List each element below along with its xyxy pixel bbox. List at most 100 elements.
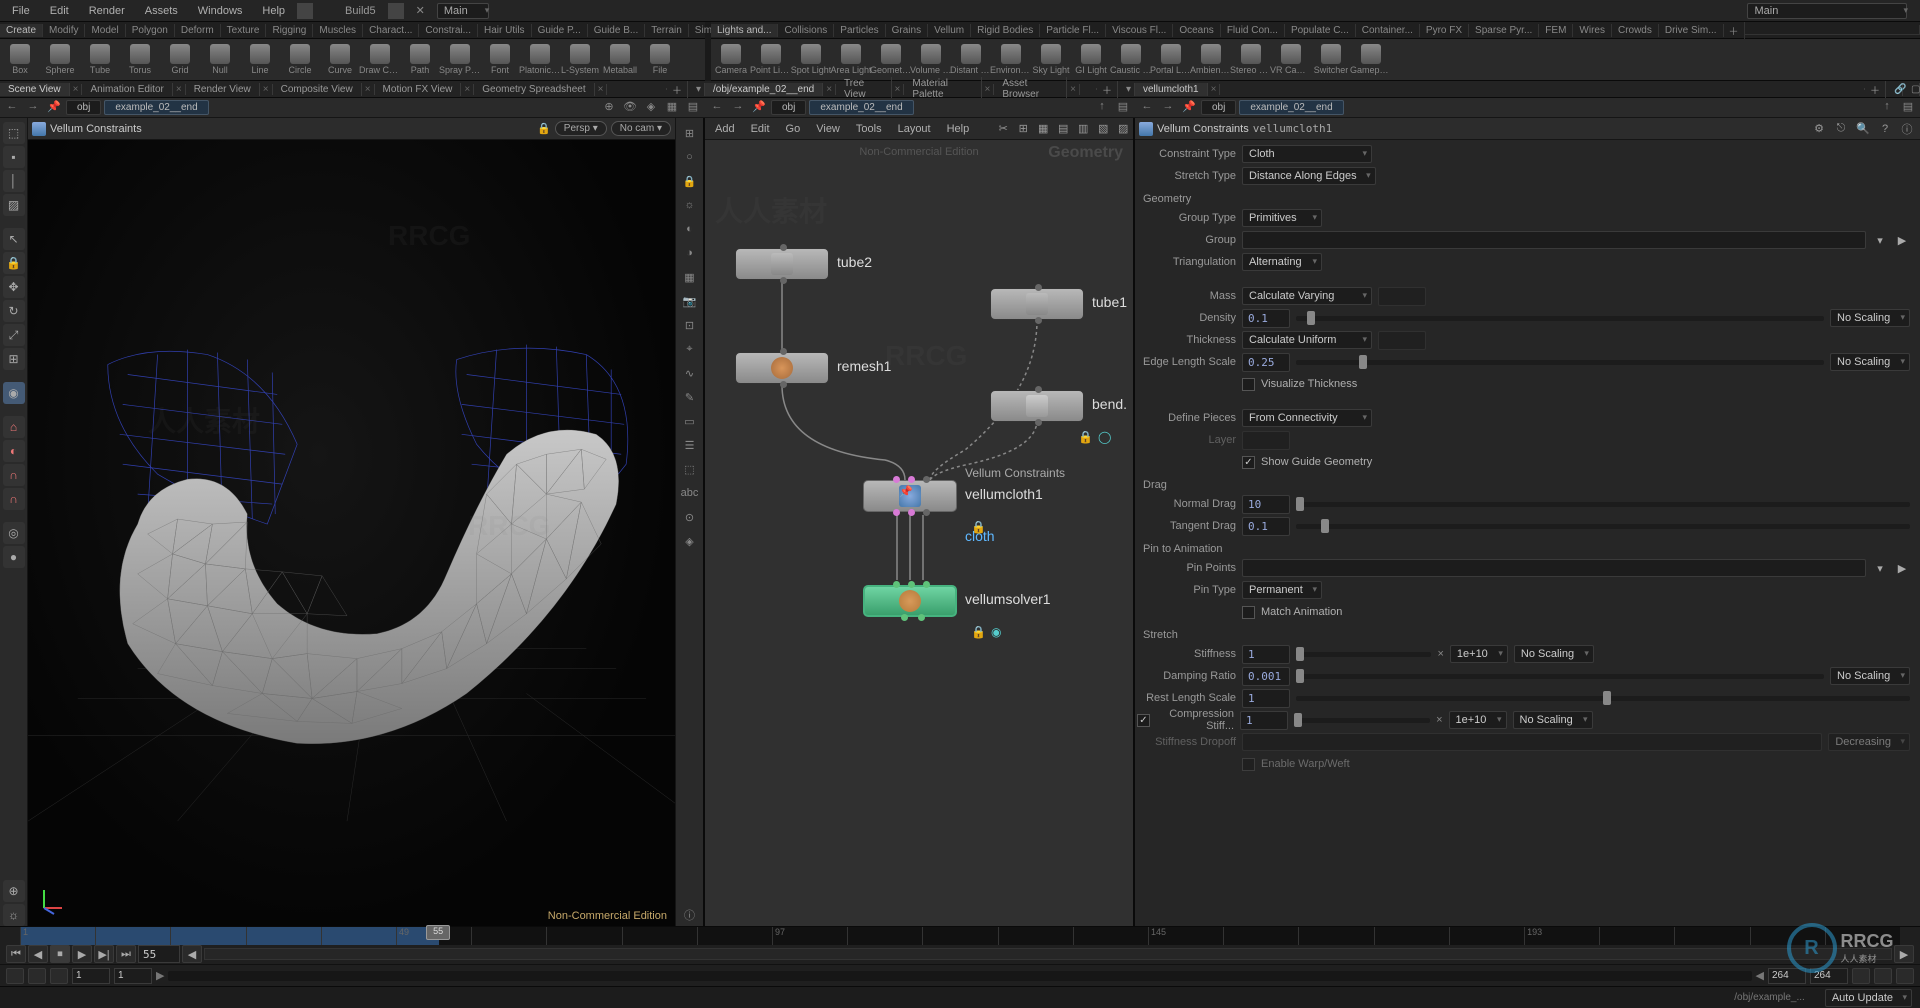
shelf-tab[interactable]: Container... [1356, 24, 1420, 37]
shelf-tool[interactable]: Switcher [1311, 44, 1351, 75]
shelf-tool[interactable]: Gamepad Camera [1351, 44, 1391, 75]
shelf-tab[interactable]: Muscles [313, 24, 363, 37]
shelf-tool[interactable]: Area Light [831, 44, 871, 75]
cstiff-slider[interactable] [1294, 718, 1430, 723]
shelf-tool[interactable]: Null [200, 44, 240, 75]
node-bend[interactable]: bend. 🔒 ◯ [990, 390, 1084, 422]
search-icon[interactable]: 🔍 [1854, 122, 1872, 135]
shelf-tab[interactable]: Polygon [126, 24, 175, 37]
shelf-tab[interactable]: Oceans [1173, 24, 1220, 37]
net-add[interactable]: Add [708, 121, 742, 137]
time-track[interactable]: 14997145193 55 [20, 927, 1900, 945]
stiff-input[interactable] [1242, 645, 1290, 664]
damp-slider[interactable] [1296, 674, 1824, 679]
node-tube2[interactable]: tube2 [735, 248, 829, 280]
play-button[interactable]: ▶ [72, 945, 92, 963]
gear-icon[interactable]: ⚙ [1810, 122, 1828, 135]
close-tab-icon[interactable]: × [362, 84, 375, 95]
close-tab-icon[interactable]: × [595, 84, 608, 95]
shelf-tool[interactable]: Platonic Solids [520, 44, 560, 75]
shelf-tab[interactable]: Particle Fl... [1040, 24, 1106, 37]
range-slider[interactable] [204, 948, 1892, 960]
pane-tab[interactable]: /obj/example_02__end [705, 83, 823, 96]
select-tool-icon[interactable]: ⬚ [3, 122, 25, 144]
rt-icon[interactable]: ⊙ [679, 506, 701, 528]
lock-icon[interactable]: 🔒 [3, 252, 25, 274]
pane-tab[interactable]: Motion FX View [375, 83, 462, 96]
close-tab-icon[interactable]: × [982, 84, 995, 95]
rt-icon[interactable]: ⊡ [679, 314, 701, 336]
stop-button[interactable]: ⏹ [50, 945, 70, 963]
network-canvas[interactable]: Non-Commercial Edition Geometry tube2 [705, 140, 1133, 926]
pin-icon[interactable]: 📌 [1180, 100, 1198, 116]
shelf-tab[interactable]: FEM [1539, 24, 1573, 37]
shelf-tab[interactable]: Modify [43, 24, 85, 37]
net-help[interactable]: Help [940, 121, 977, 137]
select-edges-icon[interactable]: │ [3, 170, 25, 192]
cstiff-checkbox[interactable]: ✓ [1137, 714, 1150, 727]
crumb-obj[interactable]: obj [66, 100, 101, 115]
add-tab-icon[interactable]: ＋ [1865, 81, 1886, 98]
node-remesh1[interactable]: remesh1 [735, 352, 829, 384]
shelf-tool[interactable]: Line [240, 44, 280, 75]
auto-update-dropdown[interactable]: Auto Update [1825, 989, 1912, 1007]
headphone2-icon[interactable]: ∩ [3, 488, 25, 510]
damp-scale-dropdown[interactable]: No Scaling [1830, 667, 1910, 685]
shelf-tab[interactable]: Lights and... [711, 24, 778, 37]
shelf-tool[interactable]: Environment Light [991, 44, 1031, 75]
shelf-tool[interactable]: Metaball [600, 44, 640, 75]
shelf-tool[interactable]: Circle [280, 44, 320, 75]
prev-frame-button[interactable]: ◀ [28, 945, 48, 963]
pane-tab[interactable]: Composite View [273, 83, 362, 96]
group-type-dropdown[interactable]: Primitives [1242, 209, 1322, 227]
select-pts-icon[interactable]: ▪ [3, 146, 25, 168]
fwd-icon[interactable]: → [729, 100, 747, 116]
main-selector[interactable]: Main [1747, 3, 1907, 19]
upnode-icon[interactable]: ↑ [1093, 100, 1111, 116]
followsel-icon[interactable]: ⊕ [600, 100, 618, 116]
shelf-tool[interactable]: Sky Light [1031, 44, 1071, 75]
constraint-type-dropdown[interactable]: Cloth [1242, 145, 1372, 163]
menu-file[interactable]: File [4, 3, 38, 19]
end-input[interactable] [114, 968, 152, 984]
help-icon[interactable]: ? [1876, 123, 1894, 135]
restlen-slider[interactable] [1296, 696, 1910, 701]
net-icon[interactable]: ▧ [1094, 121, 1112, 137]
rt-icon[interactable]: ∿ [679, 362, 701, 384]
cstiff-exp-dropdown[interactable]: 1e+10 [1449, 711, 1507, 729]
define-pieces-dropdown[interactable]: From Connectivity [1242, 409, 1372, 427]
damp-input[interactable] [1242, 667, 1290, 686]
close-tab-icon[interactable]: × [1208, 84, 1221, 95]
close-tab-icon[interactable]: × [892, 84, 905, 95]
parm-node-name[interactable]: vellumcloth1 [1253, 122, 1332, 135]
lock-flag-icon[interactable]: 🔒 [1078, 430, 1092, 444]
shelf-tool[interactable]: Sphere [40, 44, 80, 75]
shelf-tool[interactable]: Spray Paint [440, 44, 480, 75]
rt-icon[interactable]: ☰ [679, 434, 701, 456]
cstiff-input[interactable] [1240, 711, 1288, 730]
headphone-icon[interactable]: ∩ [3, 464, 25, 486]
edgelen-input[interactable] [1242, 353, 1290, 372]
shelf-tab[interactable]: Constrai... [419, 24, 478, 37]
enablewarp-checkbox[interactable] [1242, 758, 1255, 771]
pane-menu-icon[interactable]: ▾ [1118, 83, 1135, 96]
rt-icon[interactable]: ○ [679, 146, 701, 168]
net-icon[interactable]: ▥ [1074, 121, 1092, 137]
rt-icon[interactable]: ✎ [679, 386, 701, 408]
shelf-tool[interactable]: Box [0, 44, 40, 75]
node-tube1[interactable]: tube1 [990, 288, 1084, 320]
triangulation-dropdown[interactable]: Alternating [1242, 253, 1322, 271]
shelf-tab[interactable]: Particles [834, 24, 885, 37]
cstiff-scale-dropdown[interactable]: No Scaling [1513, 711, 1593, 729]
shelf-tool-icon[interactable]: ◉ [3, 382, 25, 404]
menu-help[interactable]: Help [254, 3, 293, 19]
close-tab-icon[interactable]: × [1067, 84, 1080, 95]
rt-icon[interactable]: abc [679, 482, 701, 504]
pin-icon[interactable]: 📌 [45, 100, 63, 116]
net-icon[interactable]: ✂ [994, 121, 1012, 137]
range-handle[interactable]: ◀ [182, 945, 202, 963]
arrow-tool-icon[interactable]: ↖ [3, 228, 25, 250]
shelf-tool[interactable]: Grid [160, 44, 200, 75]
rt-icon[interactable]: ◐ [679, 218, 701, 240]
pane-menu-icon[interactable]: ▾ [688, 83, 705, 96]
